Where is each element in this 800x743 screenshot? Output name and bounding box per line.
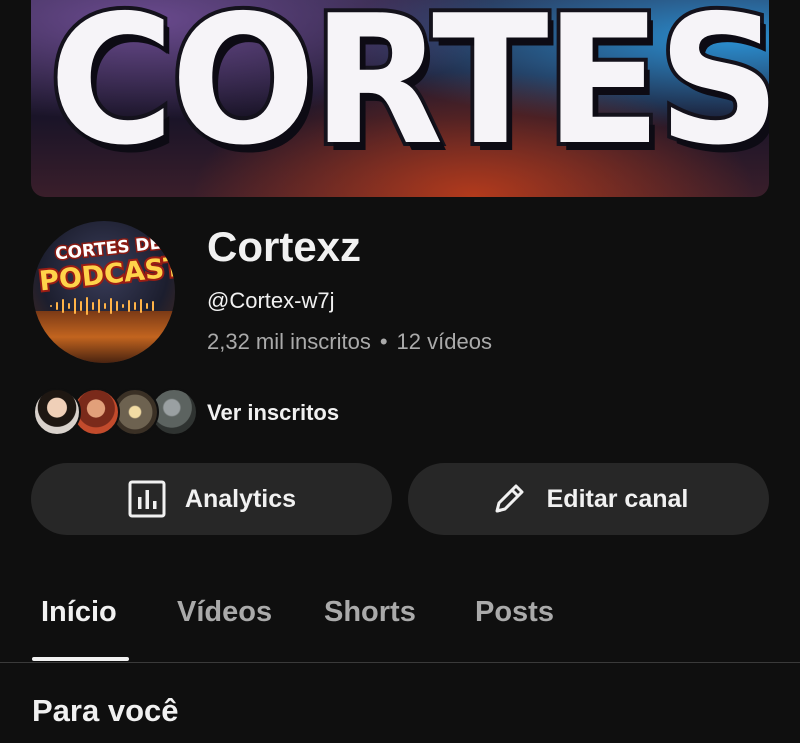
channel-avatar[interactable]: CORTES DE PODCAST xyxy=(33,221,175,363)
subscriber-avatar xyxy=(33,388,81,436)
banner-title: CORTES xyxy=(45,0,769,184)
active-tab-indicator xyxy=(32,657,129,661)
pencil-icon xyxy=(495,484,524,513)
subscriber-count: 2,32 mil inscritos xyxy=(207,329,371,354)
tab-inicio[interactable]: Início xyxy=(41,596,117,629)
tab-posts[interactable]: Posts xyxy=(475,596,554,629)
stats-separator: • xyxy=(379,329,388,354)
analytics-label: Analytics xyxy=(184,484,297,513)
section-title: Para você xyxy=(32,693,179,728)
tab-shorts[interactable]: Shorts xyxy=(324,596,416,629)
channel-handle: @Cortex-w7j xyxy=(207,288,335,313)
avatar-background-band xyxy=(33,311,175,363)
channel-tabs: Início Vídeos Shorts Posts xyxy=(0,580,800,663)
channel-page: CORTES CORTES DE PODCAST Cortexz @Cortex… xyxy=(0,0,800,743)
video-count: 12 vídeos xyxy=(396,329,492,354)
edit-channel-button[interactable]: Editar canal xyxy=(408,463,769,535)
view-subscribers-label[interactable]: Ver inscritos xyxy=(207,400,339,426)
analytics-button[interactable]: Analytics xyxy=(31,463,392,535)
channel-banner: CORTES xyxy=(31,0,769,197)
channel-name: Cortexz xyxy=(207,223,362,270)
edit-channel-label: Editar canal xyxy=(546,484,689,513)
analytics-icon xyxy=(128,480,166,518)
soundwave-icon xyxy=(50,297,154,315)
channel-stats: 2,32 mil inscritos • 12 vídeos xyxy=(207,329,492,355)
view-subscribers-row[interactable]: Ver inscritos xyxy=(33,388,353,438)
tab-videos[interactable]: Vídeos xyxy=(177,596,272,629)
